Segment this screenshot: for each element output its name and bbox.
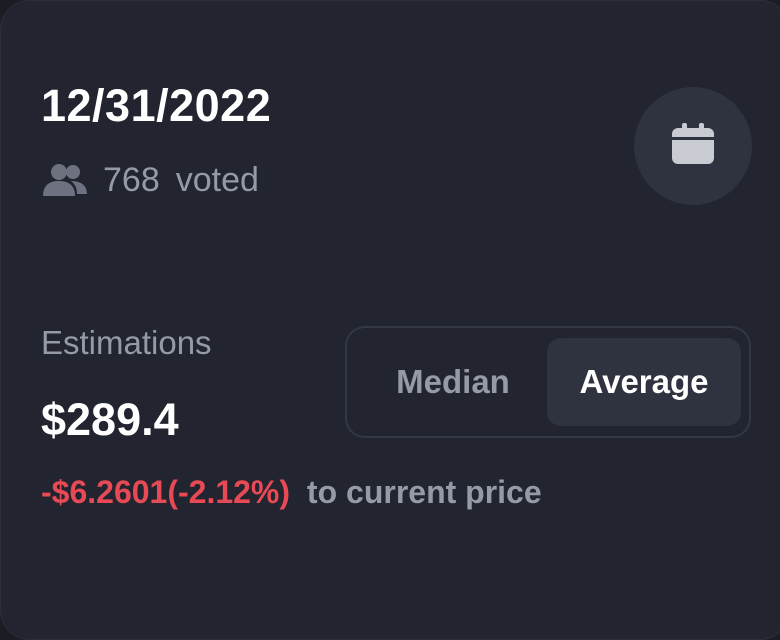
- price-difference-row: -$6.2601(-2.12%) to current price: [41, 476, 542, 508]
- voted-count-row: 768 voted: [43, 163, 259, 197]
- calendar-icon: [671, 122, 715, 170]
- estimation-card: 12/31/2022 768 voted Estimations $289.4 …: [0, 0, 780, 640]
- vote-count: 768: [103, 161, 160, 199]
- target-date: 12/31/2022: [41, 80, 272, 131]
- calendar-button[interactable]: [634, 87, 752, 205]
- people-icon: [43, 163, 87, 197]
- price-difference-value: -$6.2601(-2.12%): [41, 474, 291, 510]
- average-option[interactable]: Average: [547, 338, 741, 426]
- median-average-toggle: Median Average: [345, 326, 751, 438]
- estimations-label: Estimations: [41, 324, 212, 361]
- voted-label: voted: [175, 161, 259, 199]
- median-option[interactable]: Median: [359, 338, 547, 426]
- price-difference-suffix: to current price: [306, 474, 542, 510]
- estimate-value: $289.4: [41, 394, 179, 445]
